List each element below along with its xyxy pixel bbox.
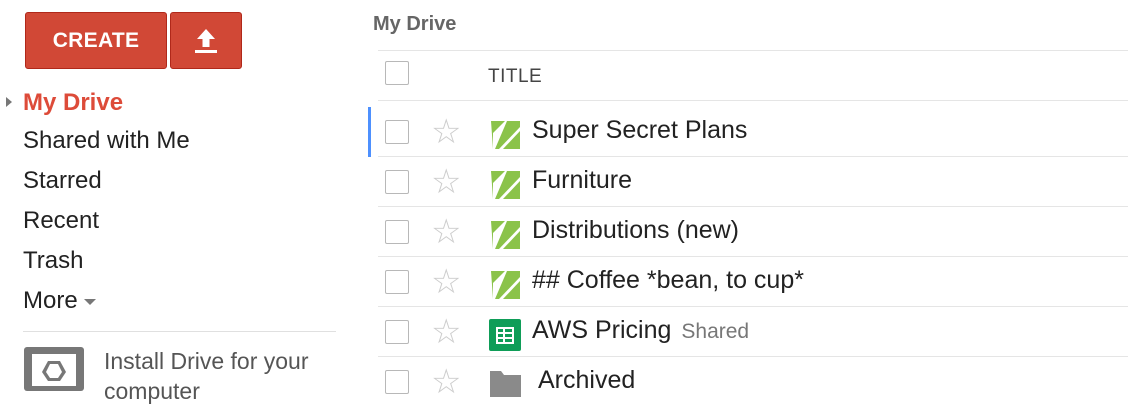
divider: [23, 331, 336, 332]
file-name[interactable]: ## Coffee *bean, to cup*: [532, 266, 804, 295]
stackedit-doc-icon: [491, 171, 520, 199]
divider: [378, 100, 1128, 101]
divider: [378, 50, 1128, 51]
stackedit-doc-icon: [489, 119, 522, 151]
file-name-text: Super Secret Plans: [532, 116, 748, 144]
star-icon[interactable]: ☆: [431, 115, 461, 149]
file-name-text: Archived: [538, 366, 636, 394]
row-checkbox[interactable]: [385, 320, 409, 344]
row-checkbox[interactable]: [385, 270, 409, 294]
spreadsheet-icon: [489, 319, 521, 351]
file-name-text: Furniture: [532, 166, 633, 194]
upload-arrow-icon: [195, 28, 217, 53]
sidebar-item-starred[interactable]: Starred: [23, 167, 102, 195]
sidebar-item-more[interactable]: More: [23, 287, 96, 315]
file-name[interactable]: Furniture: [532, 166, 632, 195]
file-name-text: Distributions (new): [532, 216, 740, 244]
sidebar-item-label: Shared with Me: [23, 127, 190, 154]
chevron-down-icon: [83, 298, 96, 305]
star-icon[interactable]: ☆: [431, 365, 461, 399]
sidebar-item-recent[interactable]: Recent: [23, 207, 99, 235]
create-button[interactable]: CREATE: [25, 12, 167, 69]
sidebar-item-label: More: [23, 287, 78, 314]
drive-download-icon[interactable]: [24, 347, 84, 391]
select-all-checkbox[interactable]: [385, 61, 409, 85]
row-checkbox[interactable]: [385, 170, 409, 194]
file-list-panel: My Drive TITLE ☆ Super Secret Plans ☆ Fu…: [368, 0, 1128, 399]
sidebar-item-my-drive[interactable]: My Drive: [23, 89, 123, 117]
stackedit-doc-icon: [491, 221, 520, 249]
upload-button[interactable]: [170, 12, 242, 69]
expand-arrow-icon[interactable]: [6, 97, 12, 107]
shared-badge: Shared: [681, 320, 750, 343]
file-row[interactable]: ☆ Distributions (new): [368, 207, 1128, 257]
sidebar-item-trash[interactable]: Trash: [23, 247, 83, 275]
file-row[interactable]: ☆ Furniture: [368, 157, 1128, 207]
star-icon[interactable]: ☆: [431, 315, 461, 349]
create-button-label: CREATE: [52, 28, 140, 52]
file-name-text: ## Coffee *bean, to cup*: [532, 266, 804, 294]
star-icon[interactable]: ☆: [431, 165, 461, 199]
file-row[interactable]: ☆ ## Coffee *bean, to cup*: [368, 257, 1128, 307]
file-row[interactable]: ☆ Super Secret Plans: [368, 107, 1128, 157]
file-row[interactable]: ☆ Archived: [368, 357, 1128, 407]
row-checkbox[interactable]: [385, 120, 409, 144]
file-name[interactable]: Archived: [538, 366, 635, 395]
folder-icon: [490, 371, 521, 397]
sidebar-item-label: Trash: [23, 247, 84, 274]
sidebar-item-label: Recent: [23, 207, 100, 234]
file-row[interactable]: ☆ AWS Pricing Shared: [368, 307, 1128, 357]
star-icon[interactable]: ☆: [431, 265, 461, 299]
star-icon[interactable]: ☆: [431, 215, 461, 249]
sidebar-item-label: Starred: [23, 167, 102, 194]
file-name[interactable]: Distributions (new): [532, 216, 739, 245]
sidebar-item-label: My Drive: [23, 89, 124, 116]
sidebar-item-shared-with-me[interactable]: Shared with Me: [23, 127, 190, 155]
install-drive-link[interactable]: Install Drive for your computer: [104, 346, 344, 406]
column-header-title[interactable]: TITLE: [488, 66, 542, 88]
file-name-text: AWS Pricing: [532, 316, 672, 344]
page-title: My Drive: [373, 13, 457, 35]
file-name[interactable]: Super Secret Plans: [532, 116, 747, 145]
row-checkbox[interactable]: [385, 370, 409, 394]
stackedit-doc-icon: [491, 271, 520, 299]
file-name[interactable]: AWS Pricing Shared: [532, 316, 749, 345]
sidebar: CREATE My Drive Shared with Me Starred R…: [0, 0, 345, 404]
row-checkbox[interactable]: [385, 220, 409, 244]
